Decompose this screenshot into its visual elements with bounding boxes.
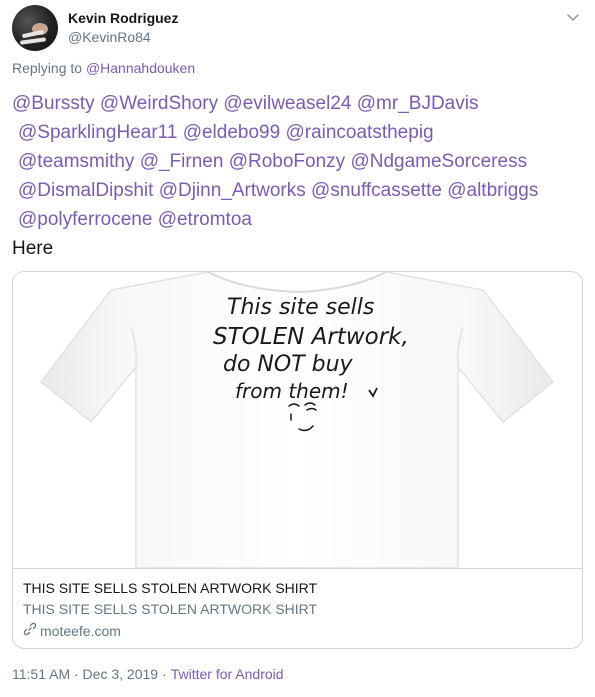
mention-link[interactable]: @snuffcassette bbox=[311, 180, 442, 201]
card-title[interactable]: THIS SITE SELLS STOLEN ARTWORK SHIRT bbox=[23, 580, 317, 596]
link-card[interactable]: This site sells STOLEN Artwork, do NOT b… bbox=[12, 271, 583, 649]
tweet-text: @Burssty @WeirdShory @evilweasel24 @mr_B… bbox=[12, 89, 587, 263]
tweet-body: Here bbox=[12, 238, 54, 259]
shirt-text-line: from them! bbox=[235, 379, 349, 403]
mention-link[interactable]: @altbriggs bbox=[447, 180, 538, 201]
mention-link[interactable]: @evilweasel24 bbox=[223, 93, 351, 114]
card-domain[interactable]: moteefe.com bbox=[23, 622, 121, 639]
card-description: THIS SITE SELLS STOLEN ARTWORK SHIRT bbox=[23, 601, 318, 617]
mention-link[interactable]: @DismalDipshit bbox=[18, 180, 153, 201]
card-meta[interactable]: THIS SITE SELLS STOLEN ARTWORK SHIRT THI… bbox=[13, 568, 582, 648]
mention-link[interactable]: @teamsmithy bbox=[18, 151, 134, 172]
mention-link[interactable]: @mr_BJDavis bbox=[357, 93, 479, 114]
shirt-text-line: STOLEN Artwork, bbox=[213, 324, 409, 350]
tweet-footer: 11:51 AM · Dec 3, 2019 · Twitter for Andro… bbox=[12, 666, 284, 682]
mention-link[interactable]: @eldebo99 bbox=[183, 122, 280, 143]
card-image[interactable]: This site sells STOLEN Artwork, do NOT b… bbox=[13, 272, 582, 568]
author-name[interactable]: Kevin Rodriguez bbox=[68, 10, 178, 26]
mention-link[interactable]: @polyferrocene bbox=[18, 209, 152, 230]
mention-line: @polyferrocene @etromtoa bbox=[12, 205, 587, 234]
mention-line: @Burssty @WeirdShory @evilweasel24 @mr_B… bbox=[12, 89, 587, 118]
avatar-detail bbox=[19, 37, 47, 45]
avatar[interactable] bbox=[12, 5, 58, 51]
chevron-down-icon[interactable] bbox=[563, 8, 583, 28]
replying-prefix: Replying to bbox=[12, 60, 83, 76]
mention-link[interactable]: @SparklingHear11 bbox=[18, 122, 177, 143]
mention-link[interactable]: @raincoatsthepig bbox=[285, 122, 433, 143]
timestamp[interactable]: 11:51 AM · Dec 3, 2019 bbox=[12, 666, 158, 682]
shirt-text-line: This site sells bbox=[227, 295, 374, 320]
mention-link[interactable]: @RoboFonzy bbox=[229, 151, 345, 172]
replying-to: Replying to @Hannahdouken bbox=[12, 60, 195, 76]
mention-link[interactable]: @Djinn_Artworks bbox=[159, 180, 306, 201]
tshirt-image: This site sells STOLEN Artwork, do NOT b… bbox=[39, 272, 555, 568]
mention-link[interactable]: @Burssty bbox=[12, 93, 95, 114]
shirt-text-line: do NOT buy bbox=[223, 352, 354, 377]
tweet-source[interactable]: Twitter for Android bbox=[171, 666, 284, 682]
mention-link[interactable]: @WeirdShory bbox=[100, 93, 218, 114]
card-domain-text: moteefe.com bbox=[40, 622, 121, 639]
author-handle[interactable]: @KevinRo84 bbox=[68, 29, 151, 45]
mention-link[interactable]: @NdgameSorceress bbox=[350, 151, 527, 172]
mention-link[interactable]: @_Firnen bbox=[140, 151, 224, 172]
mention-line: @DismalDipshit @Djinn_Artworks @snuffcas… bbox=[12, 176, 587, 205]
replying-to-link[interactable]: @Hannahdouken bbox=[86, 60, 195, 76]
mention-link[interactable]: @etromtoa bbox=[158, 209, 252, 230]
mention-line: @teamsmithy @_Firnen @RoboFonzy @NdgameS… bbox=[12, 147, 587, 176]
mention-line: @SparklingHear11 @eldebo99 @raincoatsthe… bbox=[12, 118, 587, 147]
link-icon bbox=[23, 622, 37, 639]
